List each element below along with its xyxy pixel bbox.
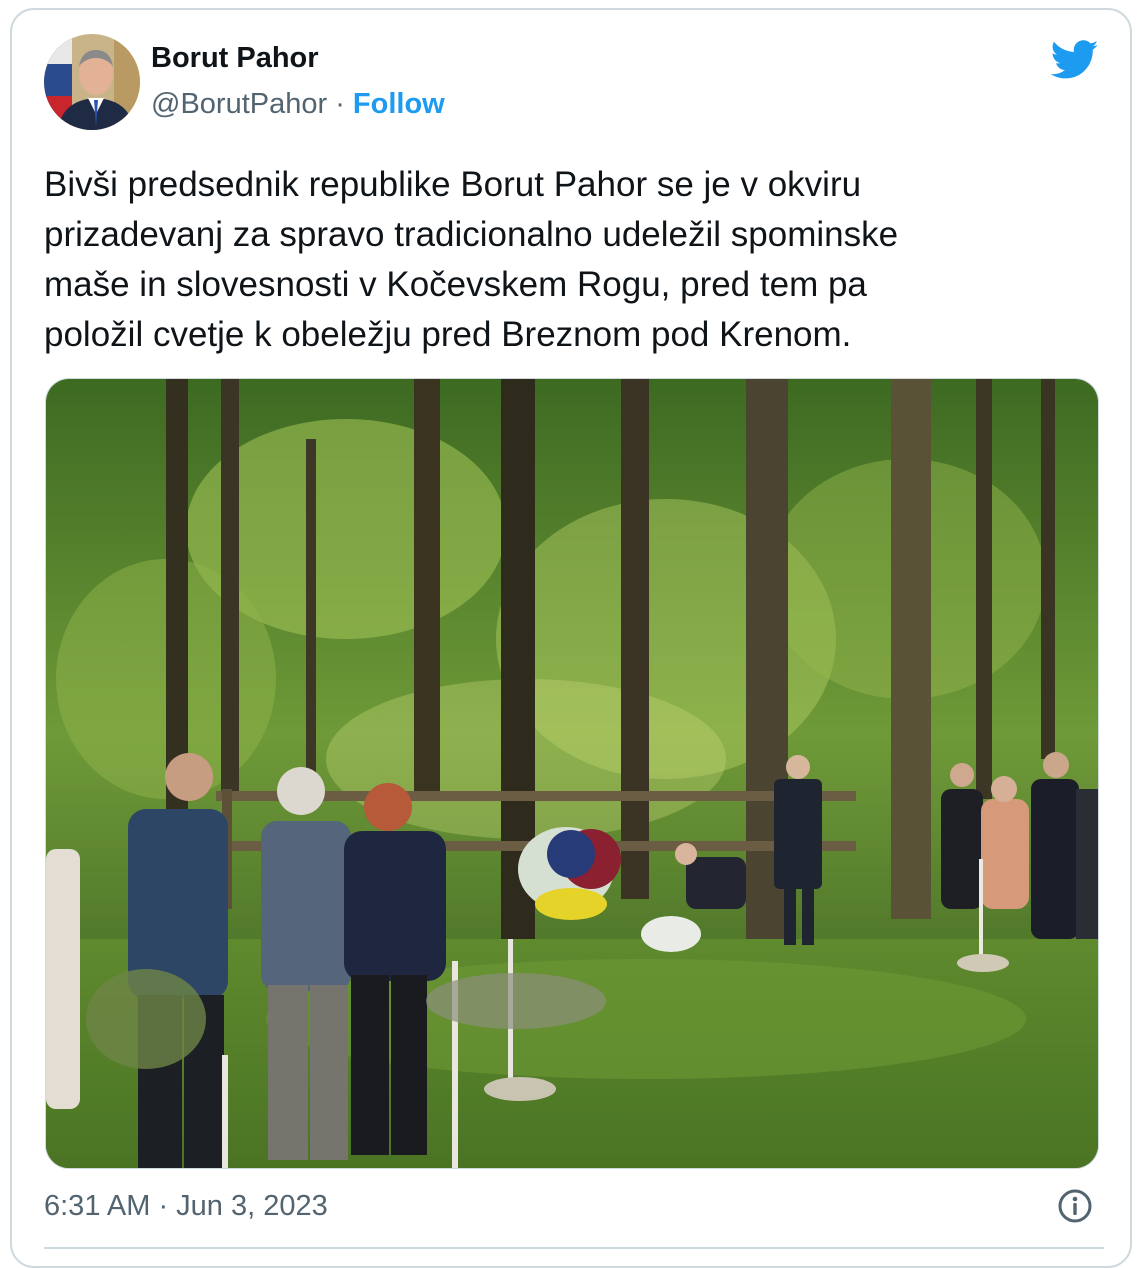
- author-name[interactable]: Borut Pahor: [151, 42, 319, 75]
- author-handle[interactable]: @BorutPahor: [151, 88, 327, 120]
- divider: [44, 1247, 1104, 1249]
- separator-dot: ·: [327, 88, 353, 120]
- tweet-photo[interactable]: [45, 378, 1099, 1169]
- handle-row: @BorutPahor · Follow: [151, 88, 445, 121]
- tweet-timestamp[interactable]: 6:31 AM · Jun 3, 2023: [44, 1190, 328, 1223]
- follow-button[interactable]: Follow: [353, 88, 445, 120]
- tweet-text: Bivši predsednik republike Borut Pahor s…: [44, 165, 899, 354]
- bird-logo-icon[interactable]: [1050, 40, 1100, 80]
- author-avatar[interactable]: [44, 34, 140, 130]
- info-icon[interactable]: [1057, 1188, 1093, 1224]
